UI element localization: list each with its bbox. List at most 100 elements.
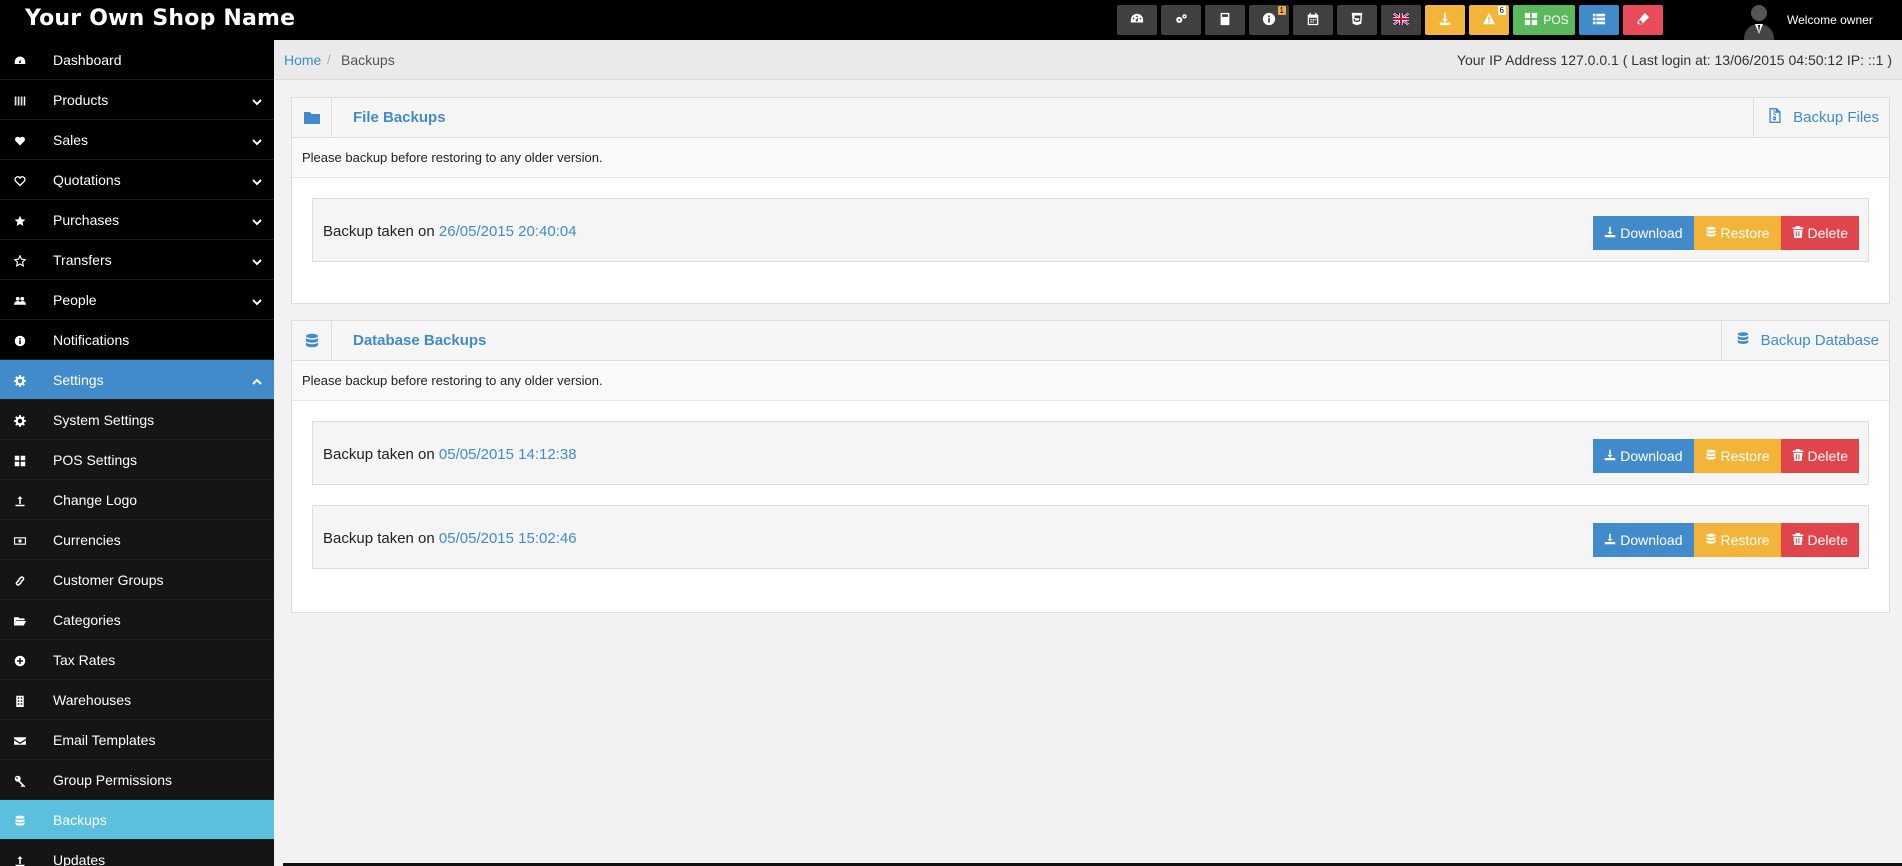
sidebar-item-customer-groups[interactable]: Customer Groups <box>0 560 274 600</box>
sidebar-item-label: Backups <box>53 811 107 828</box>
sidebar-item-label: Settings <box>53 371 104 388</box>
sidebar-item-label: Quotations <box>53 171 121 188</box>
download-button[interactable]: Download <box>1593 523 1694 557</box>
sidebar-item-categories[interactable]: Categories <box>0 600 274 640</box>
restore-label: Restore <box>1720 448 1770 464</box>
upload-icon <box>14 494 26 507</box>
database-icon <box>1705 448 1721 464</box>
backup-database-button[interactable]: Backup Database <box>1720 321 1889 360</box>
sidebar-item-people[interactable]: People <box>0 280 274 320</box>
delete-label: Delete <box>1807 448 1848 464</box>
download-button[interactable]: Download <box>1593 439 1694 473</box>
pos-label: POS <box>1543 13 1569 27</box>
sidebar-item-email-templates[interactable]: Email Templates <box>0 720 274 760</box>
user-avatar[interactable] <box>1740 0 1778 40</box>
backup-files-button[interactable]: Backup Files <box>1753 98 1889 137</box>
breadcrumb-separator: / <box>327 52 331 67</box>
sidebar-item-label: Purchases <box>53 211 120 228</box>
html5-icon <box>1350 12 1364 29</box>
download-icon <box>1438 12 1452 29</box>
star-outline-icon <box>13 254 27 267</box>
sidebar-item-purchases[interactable]: Purchases <box>0 200 274 240</box>
key-icon <box>14 774 26 788</box>
sidebar-item-dashboard[interactable]: Dashboard <box>0 40 274 80</box>
sidebar-item-backups[interactable]: Backups <box>0 800 274 840</box>
users-icon <box>14 294 26 306</box>
sidebar-item-sales[interactable]: Sales <box>0 120 274 160</box>
delete-button[interactable]: Delete <box>1780 439 1859 473</box>
clear-cache-button[interactable] <box>1623 5 1663 35</box>
sidebar-item-system-settings[interactable]: System Settings <box>0 400 274 440</box>
database-backups-header: Database Backups Backup Database <box>292 321 1889 361</box>
download-icon <box>1604 225 1620 241</box>
sidebar-item-group-permissions[interactable]: Group Permissions <box>0 760 274 800</box>
welcome-text[interactable]: Welcome owner <box>1787 13 1873 27</box>
cogs-icon <box>1174 12 1188 29</box>
restore-button[interactable]: Restore <box>1693 216 1781 250</box>
th-large-icon <box>14 454 26 467</box>
eraser-icon <box>1636 12 1650 29</box>
restore-label: Restore <box>1720 225 1770 241</box>
file-backups-list: Backup taken on 26/05/2015 20:40:04 Down… <box>292 178 1889 282</box>
backup-text: Backup taken on 05/05/2015 15:02:46 <box>323 530 577 547</box>
restore-button[interactable]: Restore <box>1693 523 1781 557</box>
gear-icon <box>14 414 26 427</box>
sidebar-item-notifications[interactable]: Notifications <box>0 320 274 360</box>
settings-button[interactable] <box>1161 5 1201 35</box>
brand-title[interactable]: Your Own Shop Name <box>25 6 295 31</box>
backup-label: Backup taken on <box>323 446 435 463</box>
delete-button[interactable]: Delete <box>1780 216 1859 250</box>
download-button[interactable] <box>1425 5 1465 35</box>
sidebar-item-transfers[interactable]: Transfers <box>0 240 274 280</box>
sidebar-item-updates[interactable]: Updates <box>0 840 274 866</box>
styles-button[interactable] <box>1337 5 1377 35</box>
file-backups-header: File Backups Backup Files <box>292 98 1889 138</box>
download-icon <box>1604 532 1620 548</box>
breadcrumb-home-link[interactable]: Home <box>284 52 321 68</box>
dashboard-button[interactable] <box>1117 5 1157 35</box>
sidebar-item-label: System Settings <box>53 411 155 428</box>
database-icon <box>14 814 26 826</box>
sidebar-item-change-logo[interactable]: Change Logo <box>0 480 274 520</box>
database-backups-box: Database Backups Backup Database Please … <box>291 320 1890 613</box>
chevron-down-icon <box>252 254 262 266</box>
delete-label: Delete <box>1807 532 1848 548</box>
trash-icon <box>1792 448 1808 464</box>
sidebar-item-label: POS Settings <box>53 451 138 468</box>
sidebar-item-label: Updates <box>53 851 106 866</box>
building-icon <box>14 694 26 707</box>
notifications-button[interactable]: 1 <box>1249 5 1289 35</box>
restore-button[interactable]: Restore <box>1693 439 1781 473</box>
chevron-down-icon <box>252 174 262 186</box>
sidebar-item-label: Transfers <box>53 251 112 268</box>
sidebar-item-label: Notifications <box>53 331 130 348</box>
sidebar-item-label: Categories <box>53 611 121 628</box>
calculator-button[interactable] <box>1205 5 1245 35</box>
language-button[interactable] <box>1381 5 1421 35</box>
delete-button[interactable]: Delete <box>1780 523 1859 557</box>
sidebar-item-products[interactable]: Products <box>0 80 274 120</box>
sidebar-item-label: Change Logo <box>53 491 138 508</box>
alerts-button[interactable]: 6 <box>1469 5 1509 35</box>
backup-text: Backup taken on 26/05/2015 20:40:04 <box>323 223 577 240</box>
database-backups-list: Backup taken on 05/05/2015 14:12:38 Down… <box>292 401 1889 589</box>
sidebar-item-warehouses[interactable]: Warehouses <box>0 680 274 720</box>
backup-label: Backup taken on <box>323 530 435 547</box>
calendar-button[interactable] <box>1293 5 1333 35</box>
sidebar-item-settings[interactable]: Settings <box>0 360 274 400</box>
download-button[interactable]: Download <box>1593 216 1694 250</box>
list-icon <box>1592 12 1606 29</box>
list-button[interactable] <box>1579 5 1619 35</box>
sidebar-item-pos-settings[interactable]: POS Settings <box>0 440 274 480</box>
upload-icon <box>14 854 26 866</box>
pos-button[interactable]: POS <box>1513 5 1575 35</box>
backup-actions: Download Restore Delete <box>1593 523 1859 557</box>
sidebar-item-quotations[interactable]: Quotations <box>0 160 274 200</box>
warning-icon <box>1482 12 1496 29</box>
sidebar-item-label: Customer Groups <box>53 571 164 588</box>
sidebar-item-currencies[interactable]: Currencies <box>0 520 274 560</box>
sidebar-item-label: Email Templates <box>53 731 156 748</box>
chevron-down-icon <box>252 214 262 226</box>
database-icon <box>1736 331 1761 350</box>
sidebar-item-tax-rates[interactable]: Tax Rates <box>0 640 274 680</box>
